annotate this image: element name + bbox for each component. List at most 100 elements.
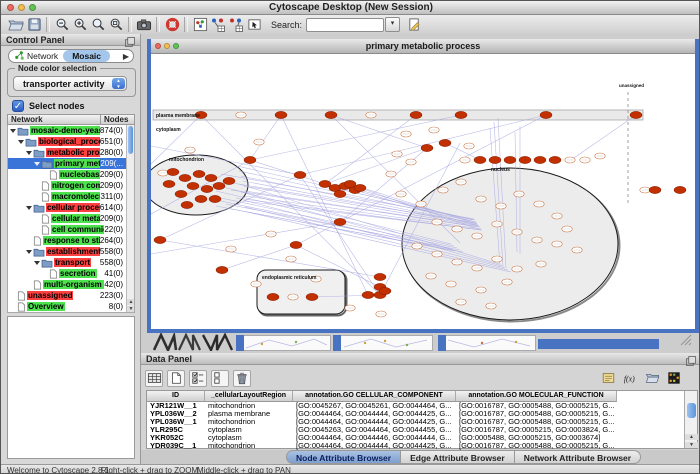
zoom-out-icon[interactable]: [53, 16, 71, 34]
table-cell: [GO:0044464, GO:0044444, GO:0044425, G..…: [293, 418, 456, 426]
network-window-titlebar[interactable]: primary metabolic process: [151, 39, 695, 54]
zoom-sel-icon[interactable]: [89, 16, 107, 34]
network-view-window[interactable]: primary metabolic process plasma membran…: [147, 39, 699, 333]
resize-grip-icon[interactable]: [679, 333, 693, 347]
search-dropdown-icon[interactable]: ▾: [385, 17, 400, 32]
tab-network-attribute-browser[interactable]: Network Attribute Browser: [515, 450, 641, 464]
svg-text:unassigned: unassigned: [619, 83, 644, 88]
open-folder-icon[interactable]: [7, 16, 25, 34]
tab-node-attribute-browser[interactable]: Node Attribute Browser: [286, 450, 401, 464]
table-column-header[interactable]: _cellularLayoutRegion: [205, 391, 293, 402]
zoom-in-icon[interactable]: [71, 16, 89, 34]
save-icon[interactable]: [25, 16, 43, 34]
tree-row[interactable]: Overview8(0): [8, 301, 134, 312]
window-title: Cytoscape Desktop (New Session): [1, 1, 700, 14]
select-nodes-checkbox[interactable]: ✓: [12, 100, 24, 112]
background-window-fragment[interactable]: [236, 335, 331, 351]
table-cell: [GO:0005488, GO:0005215, GO:0003674]: [456, 434, 617, 442]
maximize-icon[interactable]: [173, 43, 179, 49]
expand-triangle-icon[interactable]: [34, 261, 40, 268]
page-icon[interactable]: [167, 370, 185, 387]
tree-row[interactable]: secretion41(0): [8, 268, 134, 279]
float-panel-icon[interactable]: [685, 355, 697, 370]
expand-triangle-icon[interactable]: [26, 250, 32, 257]
search-input[interactable]: [306, 18, 384, 32]
tree-label: cell communicat: [51, 225, 104, 234]
tab-network[interactable]: Network: [9, 50, 63, 63]
node-color-select[interactable]: transporter activity ▲▼: [13, 76, 127, 91]
tree-row[interactable]: cellular process614(0): [8, 202, 134, 213]
tree-row[interactable]: transport558(0): [8, 257, 134, 268]
tree-row[interactable]: unassigned223(0): [8, 290, 134, 301]
close-icon[interactable]: [7, 4, 14, 11]
table-column-header[interactable]: annotation.GO MOLECULAR_FUNCTION: [456, 391, 617, 402]
background-window-edge[interactable]: [538, 339, 659, 349]
tree-scrollbar[interactable]: ▲ ▼: [126, 125, 134, 312]
file-icon: [41, 214, 50, 224]
zoom-fit-icon[interactable]: [107, 16, 125, 34]
tab-edge-attribute-browser[interactable]: Edge Attribute Browser: [401, 450, 515, 464]
background-window-fragment[interactable]: [333, 335, 433, 351]
expand-triangle-icon[interactable]: [34, 162, 40, 169]
table-row[interactable]: YPL036W__1mitochondrion[GO:0044464, GO:0…: [147, 418, 697, 426]
tree-row[interactable]: cellular metabo209(0): [8, 213, 134, 224]
tree-col-nodes[interactable]: Nodes: [101, 114, 135, 125]
select-box-icon[interactable]: [245, 16, 263, 34]
net-box-icon[interactable]: [191, 16, 209, 34]
tree-row[interactable]: macromolecule311(0): [8, 191, 134, 202]
tab-overflow-icon[interactable]: ▶: [123, 52, 133, 61]
tree-label: biological_process: [38, 137, 100, 146]
camera-icon[interactable]: [135, 16, 153, 34]
tree-row[interactable]: establishment of lo558(0): [8, 246, 134, 257]
tree-row[interactable]: response to stimulu264(0): [8, 235, 134, 246]
tree-row[interactable]: multi-organism pro42(0): [8, 279, 134, 290]
table-scrollbar[interactable]: ▲ ▼: [684, 391, 697, 448]
tree-row[interactable]: nucleobase-c209(0): [8, 169, 134, 180]
table-column-header[interactable]: ID: [147, 391, 205, 402]
edit-page-icon[interactable]: [405, 16, 423, 34]
table-column-header[interactable]: annotation.GO CELLULAR_COMPONENT: [293, 391, 456, 402]
table-row[interactable]: YJR121W__1mitochondrion[GO:0045267, GO:0…: [147, 402, 697, 410]
tree-row[interactable]: mosaic-demo-yeast874(0): [8, 125, 134, 136]
data-panel-toolbar: [145, 368, 251, 388]
viz-a-icon[interactable]: [209, 16, 227, 34]
tree-col-network[interactable]: Network: [7, 114, 101, 125]
grid-icon[interactable]: [145, 370, 163, 387]
minimize-icon[interactable]: [18, 4, 25, 11]
tab-mosaic[interactable]: Mosaic: [63, 50, 110, 62]
tree-label: nucleobase-c: [59, 170, 100, 179]
matrix-icon[interactable]: [665, 370, 683, 387]
trash-icon[interactable]: [233, 370, 251, 387]
folder-sm-icon[interactable]: [643, 370, 661, 387]
note-icon[interactable]: [599, 370, 617, 387]
close-icon[interactable]: [155, 43, 161, 49]
table-row[interactable]: YLR295Ccytoplasm[GO:0045263, GO:0044464,…: [147, 426, 697, 434]
table-cell: [GO:0016787, GO:0005215, GO:0003824, G..…: [456, 426, 617, 434]
viz-b-icon[interactable]: [227, 16, 245, 34]
expand-triangle-icon[interactable]: [26, 206, 32, 213]
network-desktop: primary metabolic process plasma membran…: [141, 34, 700, 353]
expand-triangle-icon[interactable]: [26, 151, 32, 158]
fx-icon[interactable]: f(x): [621, 370, 639, 387]
background-window-fragment[interactable]: [438, 335, 536, 351]
file-icon: [49, 269, 58, 279]
table-row[interactable]: YPL036W__2plasma membrane[GO:0044464, GO…: [147, 410, 697, 418]
tree-row[interactable]: primary metabo209(...: [8, 158, 134, 169]
background-network-art: [153, 333, 235, 351]
table-row[interactable]: YDR039C__1mitochondrion[GO:0044464, GO:0…: [147, 442, 697, 450]
squares-icon[interactable]: [211, 370, 229, 387]
tree-row[interactable]: cell communicat22(0): [8, 224, 134, 235]
tree-row[interactable]: biological_process651(0): [8, 136, 134, 147]
network-canvas[interactable]: plasma membranecytoplasmmitochondrionnuc…: [151, 54, 695, 325]
expand-triangle-icon[interactable]: [18, 140, 24, 147]
checks-icon[interactable]: [189, 370, 207, 387]
file-icon: [33, 280, 42, 290]
maximize-icon[interactable]: [29, 4, 36, 11]
table-row[interactable]: YKR052Ccytoplasm[GO:0044464, GO:0044446,…: [147, 434, 697, 442]
help-ring-icon[interactable]: [163, 16, 181, 34]
minimize-icon[interactable]: [164, 43, 170, 49]
tree-row[interactable]: nitrogen compo209(0): [8, 180, 134, 191]
tree-row[interactable]: metabolic process280(0): [8, 147, 134, 158]
birdseye-view[interactable]: [7, 316, 135, 459]
expand-triangle-icon[interactable]: [10, 129, 16, 136]
